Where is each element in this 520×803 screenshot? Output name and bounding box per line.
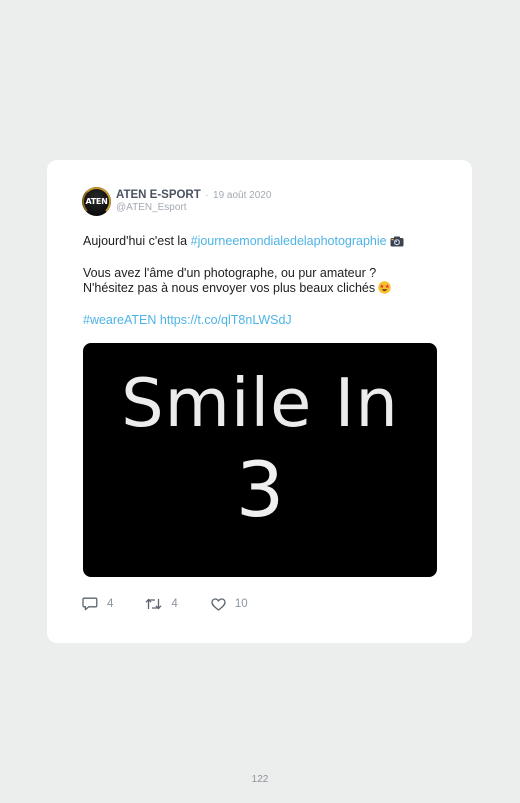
heart-icon [211,597,226,611]
tweet-card: ATEN ATEN E-SPORT · 19 août 2020 @ATEN_E… [47,160,472,643]
avatar[interactable]: ATEN [82,187,111,216]
star-struck-icon [378,281,391,298]
media-text-line-2: 3 [235,445,285,534]
tweet-line-3: N'hésitez pas à nous envoyer vos plus be… [83,281,443,298]
reply-count: 4 [107,598,114,610]
author-name[interactable]: ATEN E-SPORT [116,189,201,201]
like-button[interactable]: 10 [211,597,248,611]
tweet-short-link[interactable]: https://t.co/qlT8nLWSdJ [160,313,292,327]
reply-button[interactable]: 4 [82,597,113,611]
tweet-media-image[interactable]: Smile In 3 [83,343,437,577]
tweet-text: Aujourd'hui c'est la #journeemondialedel… [83,234,443,328]
like-count: 10 [234,598,248,610]
retweet-count: 4 [171,598,178,610]
tweet-actions: 4 4 10 [82,597,248,611]
tweet-line-1: Aujourd'hui c'est la #journeemondialedel… [83,234,443,251]
tweet-date[interactable]: 19 août 2020 [213,190,271,201]
author-meta: ATEN E-SPORT · 19 août 2020 @ATEN_Esport [116,188,271,214]
reply-icon [82,597,98,611]
retweet-button[interactable]: 4 [145,597,178,611]
hashtag-weareaten[interactable]: #weareATEN [83,313,156,327]
media-text-line-1: Smile In [121,364,399,442]
tweet-line-2: Vous avez l'âme d'un photographe, ou pur… [83,266,377,280]
avatar-logo-text: ATEN [85,197,108,206]
tweet-header: ATEN ATEN E-SPORT · 19 août 2020 @ATEN_E… [82,187,271,216]
tweet-line-3-text: N'hésitez pas à nous envoyer vos plus be… [83,281,376,295]
camera-with-flash-icon [390,236,404,251]
page-number: 122 [251,774,269,785]
retweet-icon [145,597,162,611]
tweet-line-1-text: Aujourd'hui c'est la [83,234,191,248]
author-line: ATEN E-SPORT · 19 août 2020 [116,188,271,202]
author-handle[interactable]: @ATEN_Esport [116,202,271,214]
tweet-line-4: #weareATEN https://t.co/qlT8nLWSdJ [83,313,443,328]
date-separator: · [205,190,209,201]
hashtag-photography[interactable]: #journeemondialedelaphotographie [191,234,387,248]
